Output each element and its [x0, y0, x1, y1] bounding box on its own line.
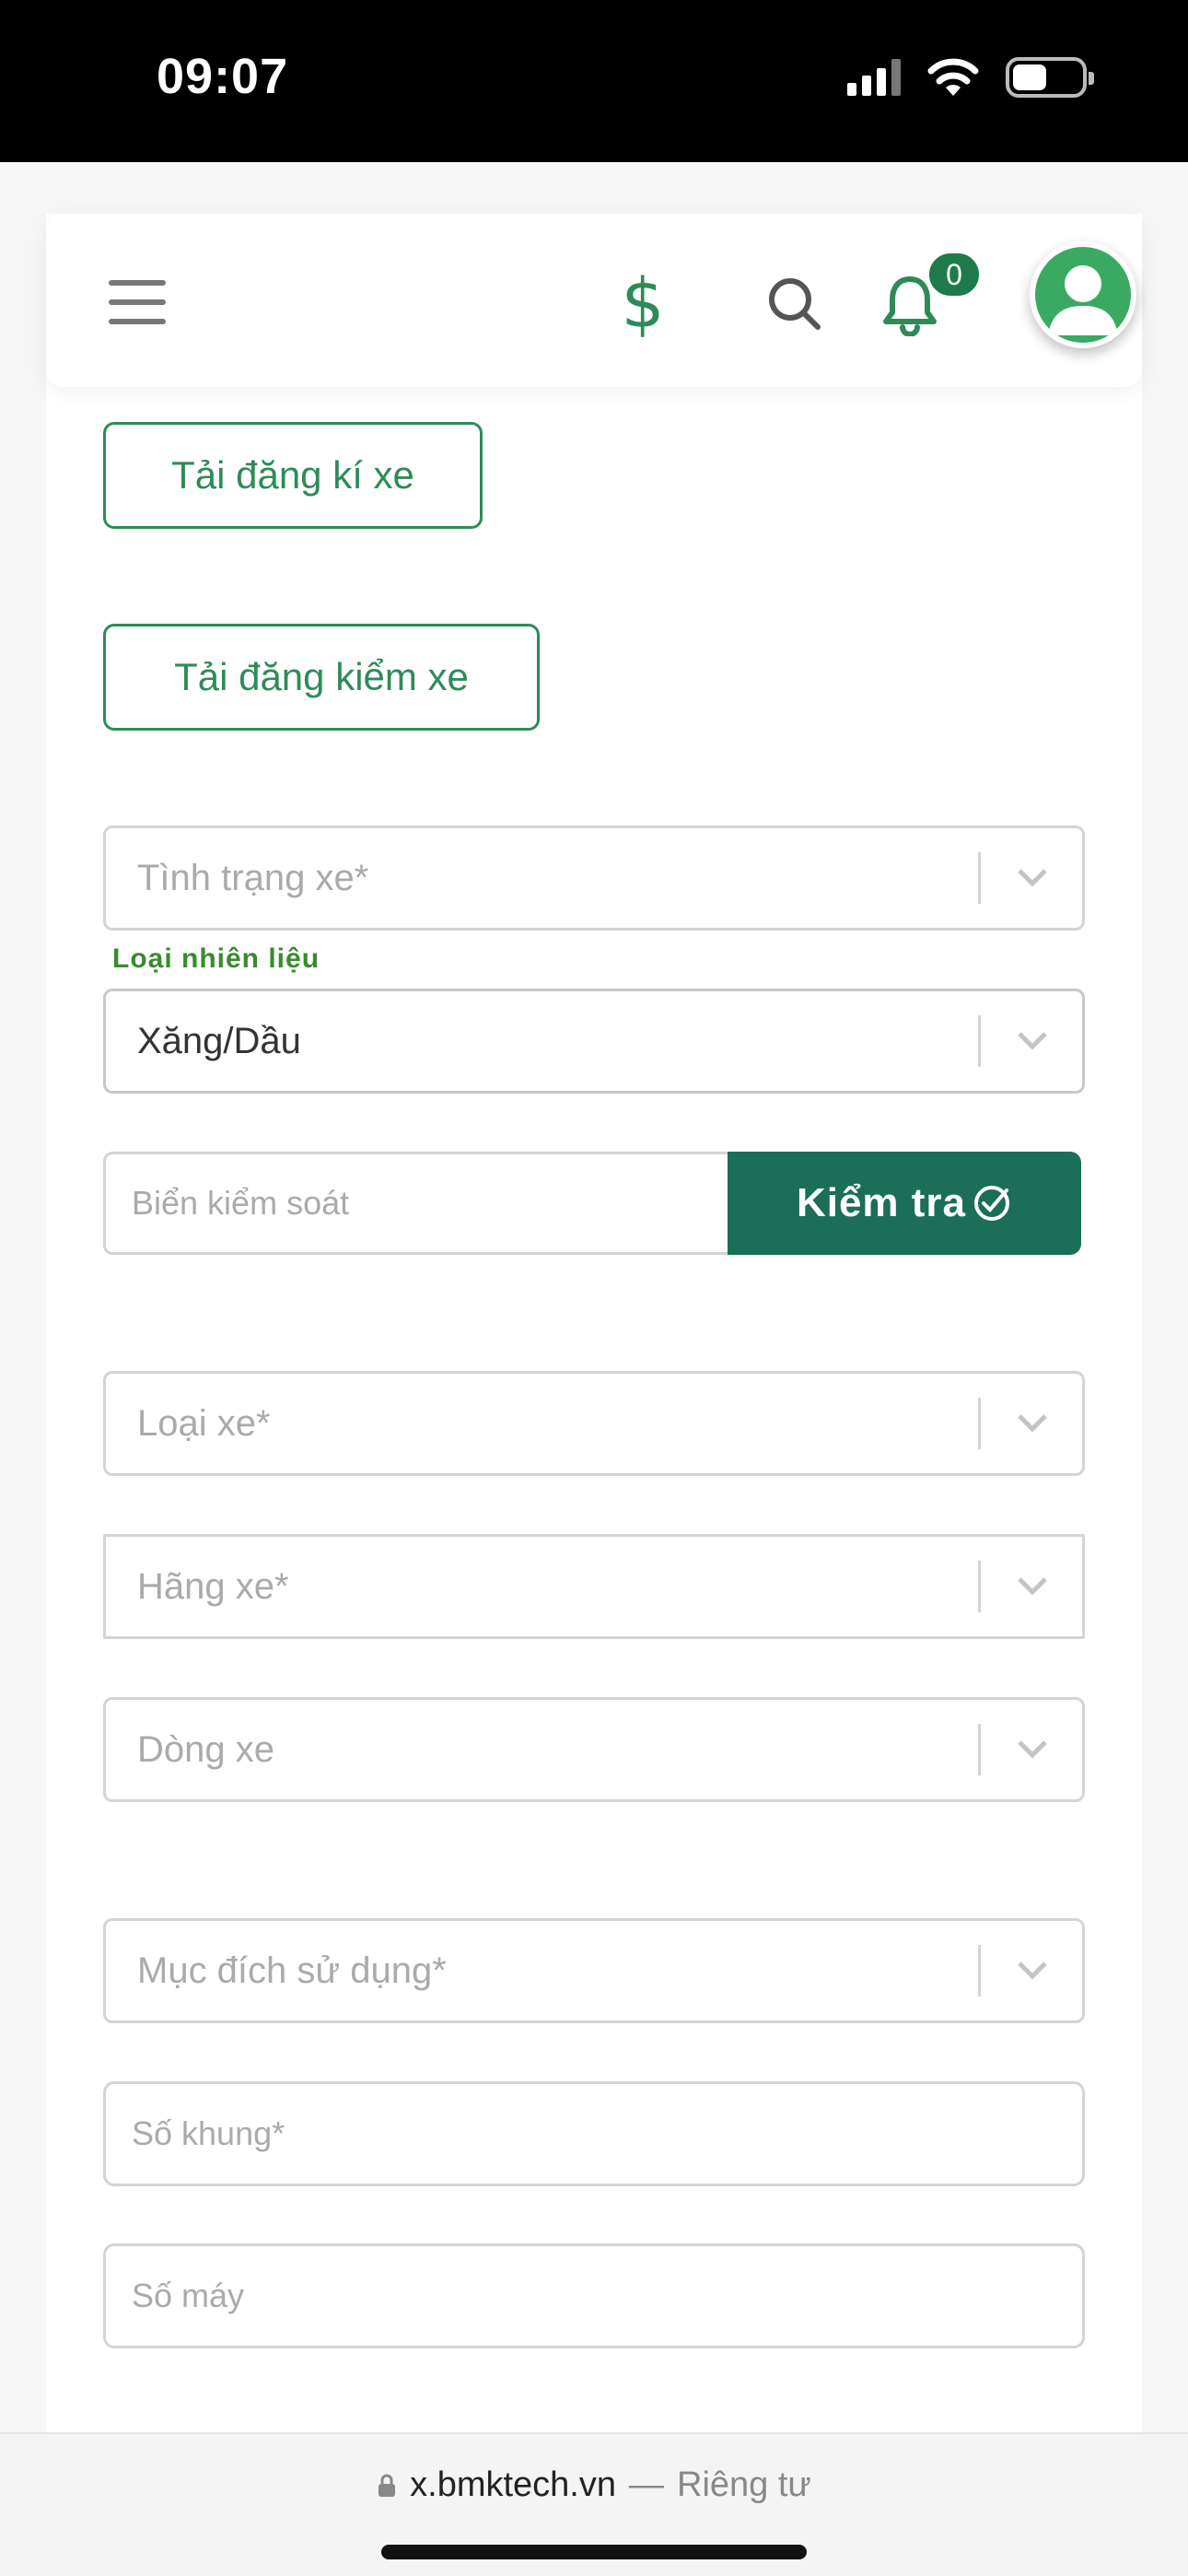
chevron-down-icon: [1018, 1577, 1047, 1596]
upload-inspection-button[interactable]: Tải đăng kiểm xe: [103, 624, 540, 731]
usage-purpose-select[interactable]: Mục đích sử dụng*: [103, 1918, 1085, 2023]
vehicle-brand-select[interactable]: Hãng xe*: [103, 1534, 1085, 1639]
menu-icon[interactable]: [109, 280, 166, 324]
fuel-type-value: Xăng/Dầu: [137, 1021, 301, 1061]
upload-registration-button[interactable]: Tải đăng kí xe: [103, 422, 483, 529]
chevron-down-icon: [1018, 1740, 1047, 1759]
search-icon[interactable]: [760, 269, 830, 339]
fuel-type-label: Loại nhiên liệu: [112, 943, 320, 974]
lock-icon: [379, 2474, 396, 2497]
vehicle-brand-placeholder: Hãng xe*: [137, 1566, 289, 1607]
select-divider: [978, 1398, 981, 1449]
vehicle-type-placeholder: Loại xe*: [137, 1403, 271, 1444]
status-time: 09:07: [157, 49, 289, 104]
chevron-down-icon: [1018, 1032, 1047, 1050]
fuel-type-select[interactable]: Xăng/Dầu: [103, 989, 1085, 1094]
check-circle-icon: [974, 1186, 1010, 1221]
url-display[interactable]: x.bmktech.vn — Riêng tư: [0, 2465, 1188, 2505]
check-button[interactable]: Kiểm tra: [728, 1152, 1081, 1255]
home-indicator[interactable]: [381, 2545, 807, 2559]
wifi-icon: [927, 58, 979, 96]
select-divider: [978, 1945, 981, 1996]
check-button-label: Kiểm tra: [796, 1180, 967, 1225]
url-separator: —: [629, 2465, 665, 2504]
chassis-number-input[interactable]: Số khung*: [103, 2081, 1085, 2186]
status-icons: [847, 57, 1094, 98]
usage-purpose-placeholder: Mục đích sử dụng*: [137, 1950, 447, 1991]
vehicle-model-select[interactable]: Dòng xe: [103, 1697, 1085, 1802]
app-header: $ 0: [46, 214, 1142, 387]
chevron-down-icon: [1018, 1961, 1047, 1980]
chevron-down-icon: [1018, 1414, 1047, 1433]
avatar-icon[interactable]: [1030, 241, 1136, 348]
engine-number-input[interactable]: Số máy: [103, 2243, 1085, 2348]
browser-url-bar[interactable]: x.bmktech.vn — Riêng tư: [0, 2432, 1188, 2576]
privacy-label: Riêng tư: [677, 2465, 811, 2504]
select-divider: [978, 1724, 981, 1775]
vehicle-type-select[interactable]: Loại xe*: [103, 1371, 1085, 1476]
vehicle-condition-select[interactable]: Tình trạng xe*: [103, 825, 1085, 931]
notification-badge: 0: [925, 249, 984, 300]
vehicle-model-placeholder: Dòng xe: [137, 1729, 274, 1770]
status-bar: 09:07: [0, 0, 1188, 162]
select-divider: [978, 852, 981, 904]
url-domain: x.bmktech.vn: [410, 2465, 617, 2504]
select-divider: [978, 1561, 981, 1612]
license-plate-input[interactable]: Biển kiểm soát: [103, 1152, 737, 1255]
battery-icon: [1006, 57, 1094, 98]
cellular-signal-icon: [847, 59, 901, 96]
vehicle-condition-placeholder: Tình trạng xe*: [137, 858, 369, 898]
dollar-icon[interactable]: $: [608, 264, 678, 344]
chevron-down-icon: [1018, 869, 1047, 887]
select-divider: [978, 1015, 981, 1067]
